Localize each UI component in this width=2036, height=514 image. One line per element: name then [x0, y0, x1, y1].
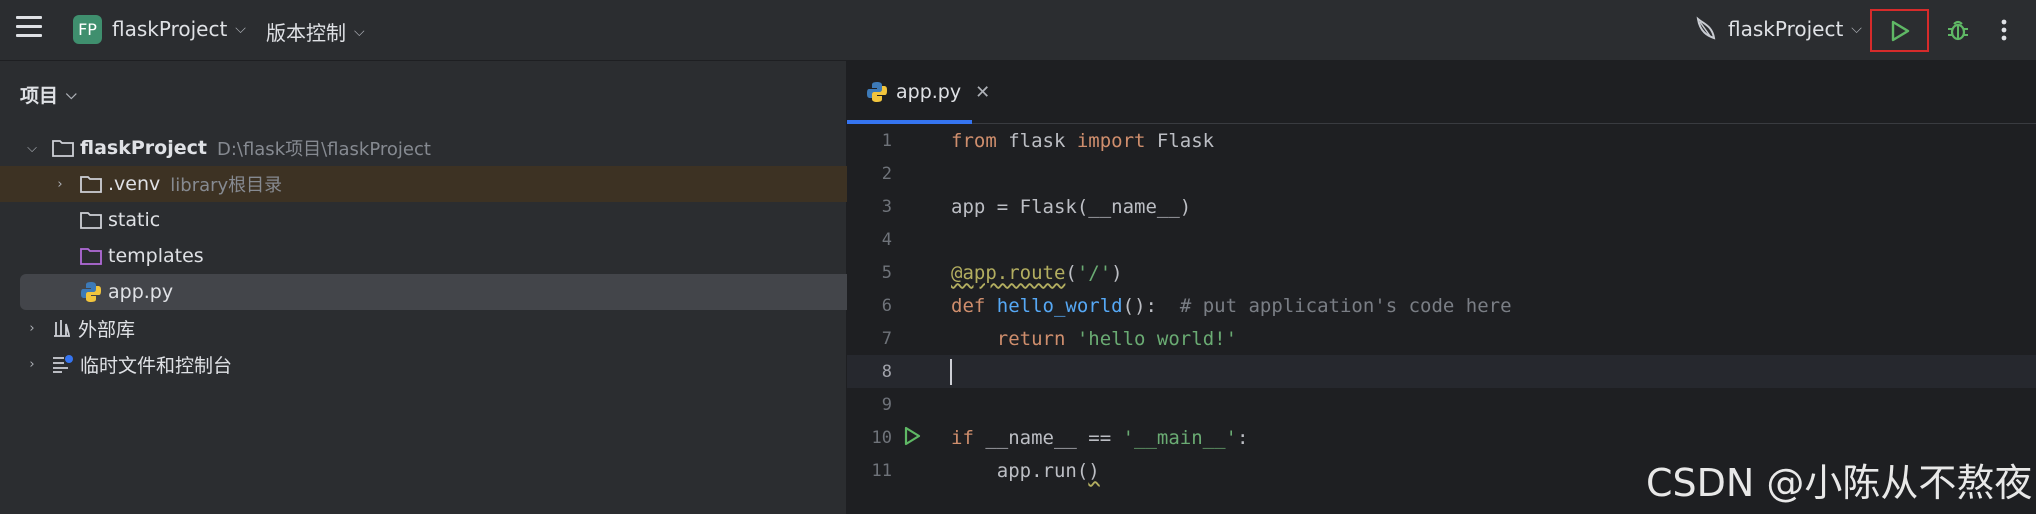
main-menu-icon[interactable] [16, 15, 42, 40]
python-file-icon [80, 281, 102, 303]
code-line[interactable]: 1 from flask import Flask [847, 124, 2036, 157]
run-configuration-selector[interactable]: flaskProject ⌵ [1692, 16, 1862, 42]
tree-item-label: app.py [108, 281, 174, 303]
tree-item-label: static [108, 209, 161, 231]
gutter-run-icon[interactable] [903, 426, 921, 451]
tree-item-label: flaskProject [80, 137, 207, 159]
flask-icon [1696, 16, 1716, 40]
more-options-icon[interactable] [1990, 14, 2018, 46]
editor-area: app.py ✕ 1 from flask import Flask 2 3 a… [847, 61, 2036, 514]
chevron-down-icon: ⌵ [354, 23, 365, 40]
code-line[interactable]: 7 return 'hello world!' [847, 322, 2036, 355]
play-icon [1891, 20, 1909, 41]
watermark: CSDN @小陈从不熬夜 [1646, 461, 2033, 505]
chevron-right-icon[interactable]: › [22, 357, 42, 372]
code-text: @app.route('/') [951, 261, 1123, 284]
folder-icon [80, 175, 102, 193]
tree-item-hint: library根目录 [170, 175, 283, 196]
project-badge[interactable]: FP [73, 15, 102, 44]
run-button[interactable] [1870, 9, 1929, 52]
debug-button[interactable] [1940, 14, 1976, 46]
line-number: 9 [881, 394, 892, 415]
line-number: 2 [881, 163, 892, 184]
tree-item-label: .venv [108, 173, 161, 195]
templates-folder-icon [80, 247, 102, 265]
code-line[interactable]: 10 if __name__ == '__main__': [847, 421, 2036, 454]
chevron-down-icon[interactable]: ⌵ [22, 141, 42, 156]
project-name: flaskProject [112, 17, 228, 41]
library-icon [52, 318, 72, 338]
code-line-current[interactable]: 8 [847, 355, 2036, 388]
code-line[interactable]: 6 def hello_world(): # put application's… [847, 289, 2036, 322]
tree-item-flaskproject[interactable]: ⌵ flaskProject D:\flask项目\flaskProject [0, 130, 868, 166]
code-line[interactable]: 9 [847, 388, 2036, 421]
vcs-menu[interactable]: 版本控制 ⌵ [266, 17, 365, 46]
code-text: def hello_world(): # put application's c… [951, 294, 1512, 317]
project-view-selector[interactable]: 项目 ⌵ [20, 81, 77, 108]
tree-item-venv[interactable]: › .venv library根目录 [0, 166, 896, 202]
code-text: from flask import Flask [951, 129, 1215, 152]
tree-item-path: D:\flask项目\flaskProject [216, 139, 431, 160]
folder-icon [52, 139, 74, 157]
line-number: 10 [871, 427, 892, 448]
tab-app-py[interactable]: app.py ✕ [847, 61, 990, 124]
run-config-label: flaskProject [1728, 17, 1844, 41]
bug-icon [1948, 20, 1968, 41]
line-number: 8 [881, 361, 892, 382]
code-text: app.run() [951, 459, 1100, 482]
vcs-label: 版本控制 [266, 21, 346, 45]
chevron-right-icon[interactable]: › [50, 177, 70, 192]
chevron-down-icon: ⌵ [1851, 21, 1862, 37]
code-line[interactable]: 4 [847, 223, 2036, 256]
line-number: 4 [881, 229, 892, 250]
editor-tabs: app.py ✕ [847, 61, 2036, 124]
tree-item-templates[interactable]: templates [0, 238, 926, 274]
code-line[interactable]: 5 @app.route('/') [847, 256, 2036, 289]
title-bar: FP flaskProject ⌵ 版本控制 ⌵ flaskProject ⌵ [0, 0, 2036, 61]
code-text: return 'hello world!' [996, 327, 1238, 350]
chevron-right-icon[interactable]: › [22, 321, 42, 336]
code-text: app = Flask(__name__) [951, 195, 1192, 218]
chevron-down-icon: ⌵ [66, 86, 77, 103]
line-number: 1 [881, 130, 892, 151]
line-number: 5 [881, 262, 892, 283]
tree-item-label: templates [108, 245, 204, 267]
project-pane-title: 项目 [20, 85, 59, 107]
tab-label: app.py [896, 81, 962, 103]
project-switcher[interactable]: flaskProject ⌵ [112, 17, 246, 41]
text-caret [950, 359, 952, 385]
line-number: 7 [881, 328, 892, 349]
code-text: if __name__ == '__main__': [951, 426, 1249, 449]
tree-item-static[interactable]: static [0, 202, 926, 238]
line-number: 3 [881, 196, 892, 217]
chevron-down-icon: ⌵ [235, 21, 246, 37]
line-number: 11 [871, 460, 892, 481]
code-line[interactable]: 2 [847, 157, 2036, 190]
tree-item-label: 外部库 [78, 318, 136, 341]
tree-item-external-libraries[interactable]: › 外部库 [0, 310, 868, 346]
python-file-icon [866, 81, 888, 103]
project-tool-window: 项目 ⌵ ⌵ flaskProject D:\flask项目\flaskProj… [0, 61, 896, 514]
tree-item-app-py[interactable]: app.py [20, 274, 888, 310]
tree-item-label: 临时文件和控制台 [80, 354, 233, 377]
tree-item-scratches[interactable]: › 临时文件和控制台 [0, 346, 868, 382]
line-number: 6 [881, 295, 892, 316]
folder-icon [80, 211, 102, 229]
scratches-icon [52, 354, 74, 374]
close-tab-icon[interactable]: ✕ [975, 82, 990, 103]
code-line[interactable]: 3 app = Flask(__name__) [847, 190, 2036, 223]
